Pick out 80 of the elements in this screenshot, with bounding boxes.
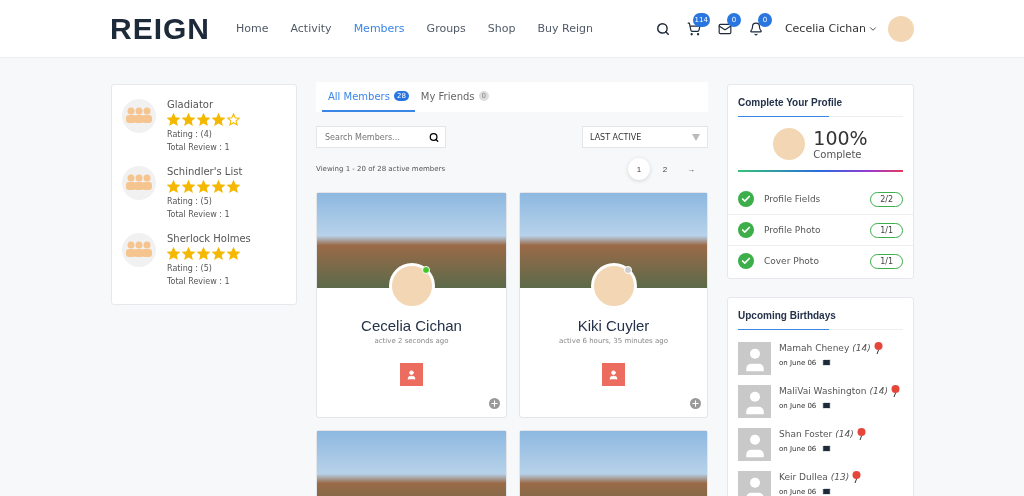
rating-text: Rating : (5) [167, 264, 213, 273]
movie-title[interactable]: Sherlock Holmes [167, 233, 251, 244]
mail-icon[interactable] [822, 444, 832, 453]
star-outline-icon [227, 113, 240, 126]
add-friend-button[interactable] [602, 363, 625, 386]
nav-link[interactable]: Activity [290, 22, 332, 35]
logo[interactable]: REIGN [110, 11, 236, 46]
balloon-icon [856, 428, 866, 440]
birthday-name[interactable]: Keir Dullea [779, 472, 828, 482]
user-menu[interactable]: Cecelia Cichan [784, 22, 878, 35]
avatar-placeholder [738, 385, 771, 418]
star-icon [167, 247, 180, 260]
avatar-placeholder [738, 342, 771, 375]
mail-icon[interactable] [822, 401, 832, 410]
nav-link[interactable]: Members [353, 22, 405, 35]
page-button[interactable]: 1 [628, 158, 650, 180]
widget-title: Upcoming Birthdays [738, 298, 903, 330]
group-icon [122, 233, 156, 267]
age-text: (14) [869, 386, 888, 396]
age-text: (14) [835, 429, 854, 439]
search-icon[interactable] [655, 21, 670, 36]
birthday-name[interactable]: MaliVai Washington [779, 386, 867, 396]
nav-link[interactable]: Groups [426, 22, 466, 35]
rating-text: Rating : (5) [167, 197, 213, 206]
review-count: Total Review : 1 [167, 210, 231, 219]
star-icon [182, 247, 195, 260]
search-field[interactable]: Search Members... [316, 126, 446, 148]
age-text: (13) [830, 472, 850, 482]
profile-avatar [773, 127, 806, 160]
add-friend-button[interactable] [400, 363, 423, 386]
mail-icon[interactable] [822, 487, 832, 496]
group-icon [122, 166, 156, 200]
user-icon [406, 368, 417, 381]
star-icon [167, 180, 180, 193]
mail-icon[interactable] [822, 358, 832, 367]
star-icon [197, 247, 210, 260]
star-icon [227, 180, 240, 193]
balloon-icon [891, 385, 900, 397]
nav-link[interactable]: Home [236, 22, 269, 35]
mail-icon[interactable] [717, 21, 732, 36]
birthday-name[interactable]: Shan Foster [779, 429, 833, 439]
star-icon [197, 180, 210, 193]
star-icon [212, 113, 225, 126]
review-count: Total Review : 1 [167, 277, 231, 286]
plus-icon[interactable] [489, 398, 500, 409]
profile-percent: 100% [813, 127, 868, 149]
star-icon [197, 113, 210, 126]
review-count: Total Review : 1 [167, 143, 231, 152]
group-icon [122, 99, 156, 133]
profile-item-label: Profile Fields [764, 194, 822, 204]
star-icon [227, 247, 240, 260]
star-icon [212, 180, 225, 193]
complete-label: Complete [813, 149, 863, 160]
star-icon [182, 113, 195, 126]
age-text: (14) [852, 343, 871, 353]
star-icon [182, 180, 195, 193]
avatar-placeholder [738, 428, 771, 461]
movie-title[interactable]: Schindler's List [167, 166, 243, 177]
birthday-name[interactable]: Mamah Cheney [779, 343, 850, 353]
balloon-icon [873, 342, 883, 354]
plus-icon[interactable] [690, 398, 701, 409]
bell-icon[interactable] [748, 21, 763, 36]
movie-title[interactable]: Gladiator [167, 99, 240, 110]
widget-title: Complete Your Profile [738, 85, 903, 117]
member-name[interactable]: Kiki Cuyler [577, 317, 650, 334]
profile-item-label: Profile Photo [764, 225, 822, 235]
rating-text: Rating : (4) [167, 130, 213, 139]
nav-link[interactable]: Buy Reign [537, 22, 593, 35]
page-button[interactable]: 2 [654, 158, 676, 180]
user-icon [608, 368, 619, 381]
member-name[interactable]: Cecelia Cichan [361, 317, 462, 334]
sort-dropdown[interactable]: LAST ACTIVE [582, 126, 708, 148]
star-icon [167, 113, 180, 126]
star-icon [212, 247, 225, 260]
profile-item-label: Cover Photo [764, 256, 820, 266]
balloon-icon [852, 471, 862, 483]
cart-icon[interactable] [686, 21, 701, 36]
nav-link[interactable]: Shop [487, 22, 516, 35]
search-icon[interactable] [429, 131, 439, 143]
page-button[interactable]: → [680, 158, 702, 180]
